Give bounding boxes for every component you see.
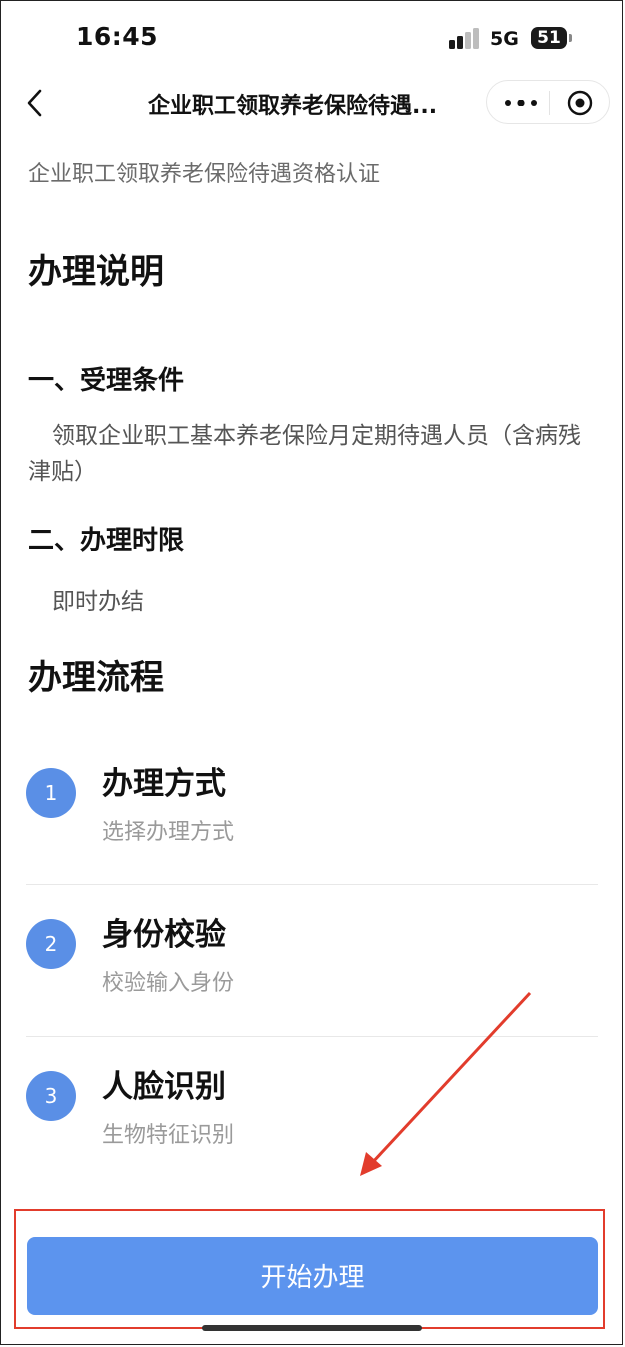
step-title: 身份校验 xyxy=(102,917,226,953)
home-indicator xyxy=(202,1325,422,1331)
battery-icon: 51 xyxy=(531,27,567,49)
page-subtitle: 企业职工领取养老保险待遇资格认证 xyxy=(28,162,381,187)
status-bar: 16:45 5G 51 xyxy=(0,0,625,78)
step-title: 办理方式 xyxy=(102,766,226,802)
flow-heading: 办理流程 xyxy=(28,658,164,698)
intro-heading: 办理说明 xyxy=(28,252,164,292)
step-number: 1 xyxy=(26,768,76,818)
section-time-limit-text: 即时办结 xyxy=(52,589,144,615)
start-button[interactable]: 开始办理 xyxy=(27,1237,598,1315)
step-description: 选择办理方式 xyxy=(102,820,235,845)
step-description: 校验输入身份 xyxy=(102,971,235,996)
section-conditions-text: 领取企业职工基本养老保险月定期待遇人员（含病残津贴） xyxy=(28,423,581,485)
step-number: 3 xyxy=(26,1071,76,1121)
section-time-limit-title: 二、办理时限 xyxy=(28,526,185,556)
step-divider xyxy=(26,1036,598,1037)
signal-icon xyxy=(449,28,479,49)
step-description: 生物特征识别 xyxy=(102,1123,235,1148)
capsule-divider xyxy=(549,91,550,115)
back-icon[interactable] xyxy=(22,86,52,120)
step-item: 3 人脸识别 生物特征识别 xyxy=(26,1069,598,1221)
step-item: 2 身份校验 校验输入身份 xyxy=(26,917,598,1069)
network-type: 5G xyxy=(490,28,519,50)
step-title: 人脸识别 xyxy=(102,1069,226,1105)
more-icon[interactable] xyxy=(505,100,537,106)
step-divider xyxy=(26,884,598,885)
nav-title: 企业职工领取养老保险待遇... xyxy=(148,94,438,119)
step-item: 1 办理方式 选择办理方式 xyxy=(26,766,598,918)
step-number: 2 xyxy=(26,919,76,969)
miniprogram-capsule xyxy=(486,80,610,124)
status-time: 16:45 xyxy=(76,22,159,51)
nav-bar: 企业职工领取养老保险待遇... xyxy=(0,78,625,128)
battery-cap xyxy=(569,34,572,42)
section-conditions-title: 一、受理条件 xyxy=(28,366,185,396)
close-miniprogram-icon[interactable] xyxy=(567,90,593,116)
